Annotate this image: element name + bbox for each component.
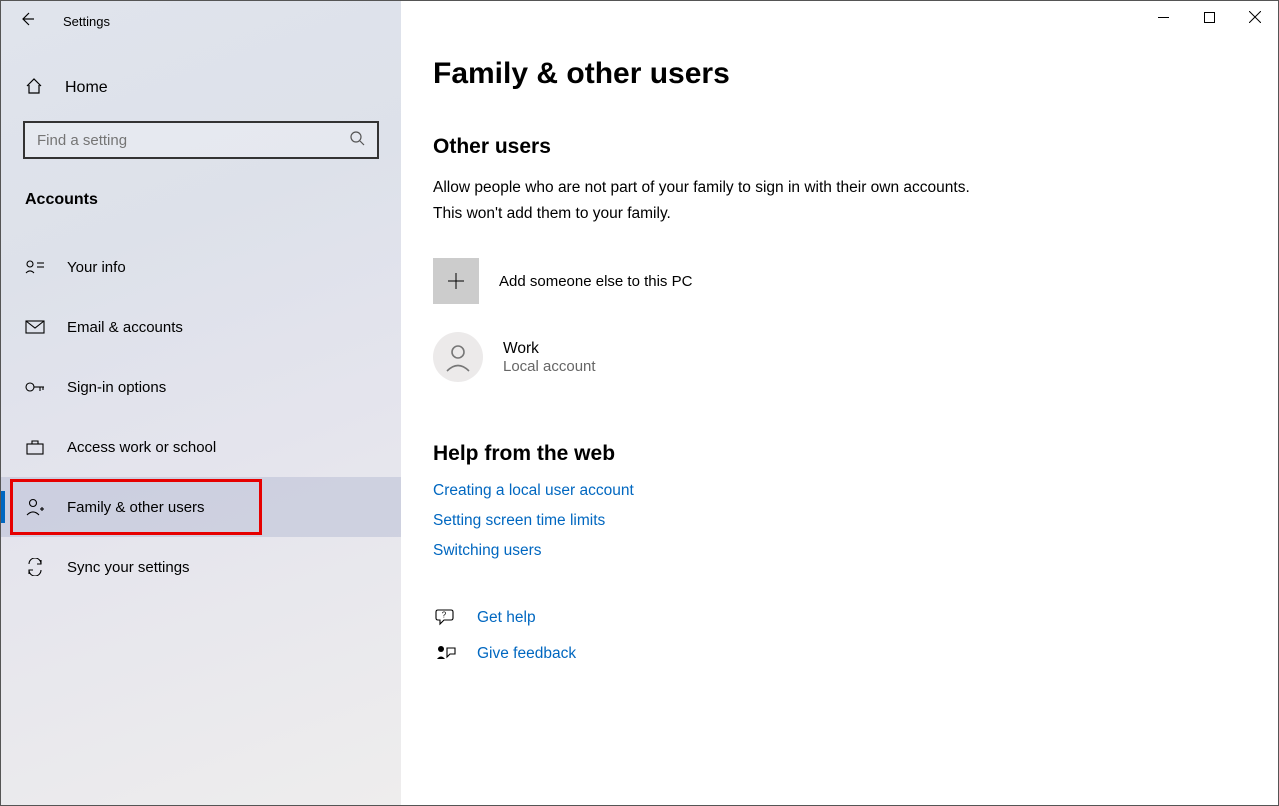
section-title: Accounts bbox=[1, 159, 401, 221]
nav-sign-in-options[interactable]: Sign-in options bbox=[1, 357, 401, 417]
add-user-label: Add someone else to this PC bbox=[499, 273, 692, 290]
titlebar-left: Settings bbox=[1, 1, 401, 41]
nav: Your info Email & accounts Sign-in optio… bbox=[1, 237, 401, 597]
key-icon bbox=[25, 379, 45, 395]
nav-sync-settings[interactable]: Sync your settings bbox=[1, 537, 401, 597]
search-input[interactable] bbox=[37, 132, 349, 149]
svg-text:?: ? bbox=[442, 611, 447, 620]
nav-label: Access work or school bbox=[67, 439, 216, 456]
account-type: Local account bbox=[503, 358, 596, 375]
window-controls bbox=[1140, 1, 1278, 33]
help-link-switching-users[interactable]: Switching users bbox=[433, 542, 1246, 560]
sidebar: Settings Home Accounts Your info bbox=[1, 1, 401, 805]
close-button[interactable] bbox=[1232, 1, 1278, 33]
account-name: Work bbox=[503, 340, 596, 358]
user-account-row[interactable]: Work Local account bbox=[433, 332, 1246, 382]
help-link-screen-time[interactable]: Setting screen time limits bbox=[433, 512, 1246, 530]
help-link-local-account[interactable]: Creating a local user account bbox=[433, 482, 1246, 500]
maximize-button[interactable] bbox=[1186, 1, 1232, 33]
home-button[interactable]: Home bbox=[1, 55, 401, 121]
mail-icon bbox=[25, 320, 45, 334]
content: Family & other users Other users Allow p… bbox=[401, 1, 1278, 805]
help-heading: Help from the web bbox=[433, 442, 1246, 466]
nav-label: Sync your settings bbox=[67, 559, 190, 576]
nav-label: Your info bbox=[67, 259, 126, 276]
briefcase-icon bbox=[25, 439, 45, 455]
help-chat-icon: ? bbox=[433, 608, 459, 628]
other-users-description: Allow people who are not part of your fa… bbox=[433, 175, 993, 226]
nav-family-other-users[interactable]: Family & other users bbox=[1, 477, 401, 537]
page-title: Family & other users bbox=[433, 57, 1246, 91]
other-users-heading: Other users bbox=[433, 135, 1246, 159]
window-title: Settings bbox=[63, 14, 110, 29]
person-card-icon bbox=[25, 259, 45, 275]
feedback-icon bbox=[433, 644, 459, 664]
get-help-button[interactable]: ? Get help bbox=[433, 608, 1246, 628]
home-icon bbox=[25, 77, 43, 99]
search-box[interactable] bbox=[23, 121, 379, 159]
give-feedback-button[interactable]: Give feedback bbox=[433, 644, 1246, 664]
minimize-button[interactable] bbox=[1140, 1, 1186, 33]
get-help-label: Get help bbox=[477, 609, 536, 627]
nav-your-info[interactable]: Your info bbox=[1, 237, 401, 297]
sync-icon bbox=[25, 558, 45, 576]
nav-label: Sign-in options bbox=[67, 379, 166, 396]
home-label: Home bbox=[65, 79, 108, 97]
give-feedback-label: Give feedback bbox=[477, 645, 576, 663]
avatar-icon bbox=[433, 332, 483, 382]
search-icon bbox=[349, 130, 365, 150]
nav-email-accounts[interactable]: Email & accounts bbox=[1, 297, 401, 357]
back-icon[interactable] bbox=[19, 11, 35, 31]
plus-icon bbox=[433, 258, 479, 304]
family-icon bbox=[25, 498, 45, 516]
nav-label: Family & other users bbox=[67, 499, 205, 516]
add-user-button[interactable]: Add someone else to this PC bbox=[433, 258, 1246, 304]
nav-label: Email & accounts bbox=[67, 319, 183, 336]
nav-access-work-school[interactable]: Access work or school bbox=[1, 417, 401, 477]
